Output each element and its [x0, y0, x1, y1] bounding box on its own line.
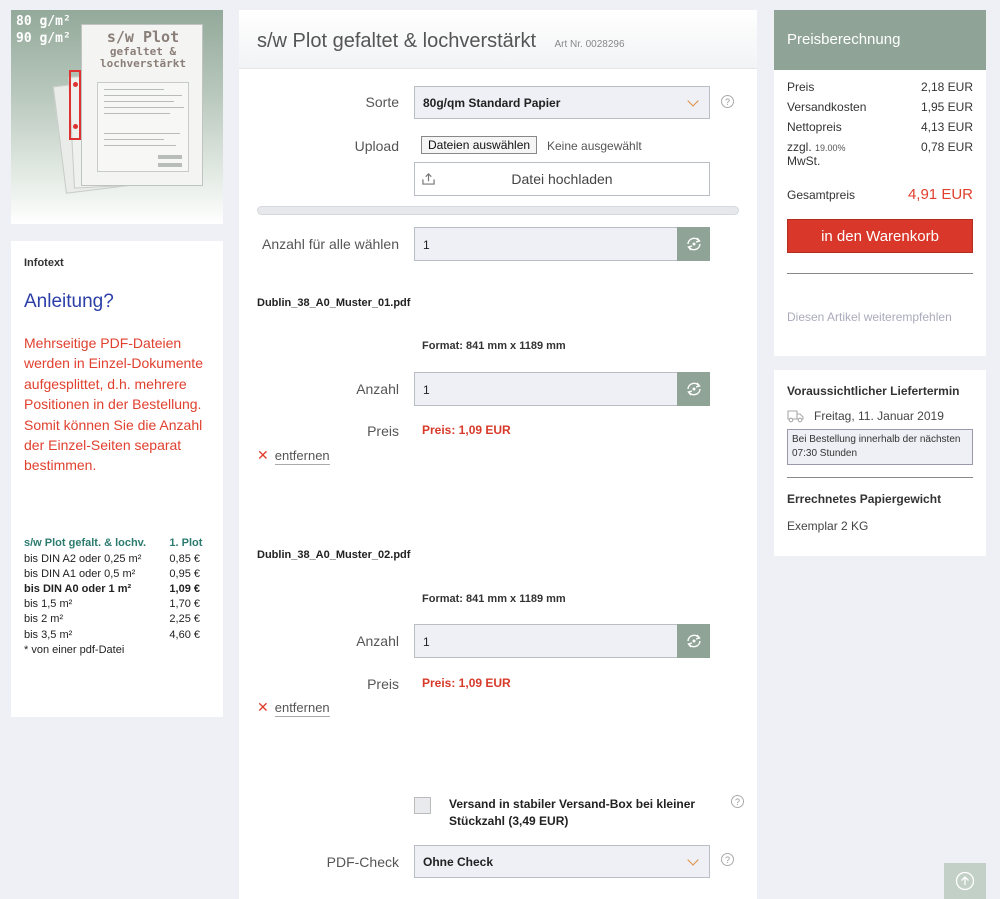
info-card: Infotext Anleitung? Mehrseitige PDF-Date… — [11, 241, 223, 717]
remove-file-link[interactable]: ✕ entfernen — [257, 447, 330, 465]
anzahl-label: Anzahl — [356, 381, 399, 397]
refresh-icon — [686, 382, 701, 396]
price-calc-heading: Preisberechnung — [774, 10, 986, 70]
chevron-down-icon — [687, 854, 699, 866]
reinforced-holes-icon — [69, 70, 81, 140]
instructions-link[interactable]: Anleitung? — [24, 291, 210, 313]
file-price: Preis: 1,09 EUR — [422, 676, 511, 690]
shipping-cost-row: Versandkosten 1,95 EUR — [787, 100, 973, 114]
product-thumbnail: 80 g/m² 90 g/m² s/w Plot gefaltet & loch… — [11, 10, 223, 224]
price-calculation: Preisberechnung Preis 2,18 EUR Versandko… — [774, 10, 986, 356]
help-icon[interactable]: ? — [721, 95, 734, 108]
right-column: Preisberechnung Preis 2,18 EUR Versandko… — [774, 10, 986, 556]
close-icon: ✕ — [257, 699, 269, 715]
refresh-icon — [686, 634, 701, 648]
file-price: Preis: 1,09 EUR — [422, 423, 511, 437]
choose-files-button[interactable]: Dateien auswählen — [421, 136, 538, 154]
no-file-selected: Keine ausgewählt — [547, 139, 642, 153]
pdfcheck-label: PDF-Check — [326, 854, 399, 870]
chevron-down-icon — [687, 95, 699, 107]
refresh-button[interactable] — [677, 227, 710, 261]
refresh-button[interactable] — [677, 372, 710, 406]
delivery-date: Freitag, 11. Januar 2019 — [787, 408, 973, 423]
left-column: 80 g/m² 90 g/m² s/w Plot gefaltet & loch… — [11, 10, 223, 717]
table-row: bis 2 m² 2,25 € — [24, 613, 201, 626]
table-row: bis DIN A1 oder 0,5 m² 0,95 € — [24, 567, 201, 580]
anzahl-input[interactable]: 1 — [414, 624, 710, 658]
help-icon[interactable]: ? — [731, 795, 744, 808]
pdfcheck-select[interactable]: Ohne Check — [414, 845, 710, 878]
page-title: s/w Plot gefaltet & lochverstärkt — [257, 30, 537, 52]
total-row: Gesamtpreis 4,91 EUR — [787, 186, 973, 203]
file-format: Format: 841 mm x 1189 mm — [422, 593, 566, 605]
price-table-note: * von einer pdf-Datei — [24, 644, 125, 657]
truck-icon — [787, 410, 804, 423]
upload-icon — [422, 173, 435, 185]
shipping-box-label: Versand in stabiler Versand-Box bei klei… — [449, 797, 696, 828]
price-row: Preis 2,18 EUR — [787, 80, 973, 94]
shipping-box-checkbox[interactable] — [414, 797, 431, 814]
paper-weight-heading: Errechnetes Papiergewicht — [787, 492, 942, 506]
product-config: s/w Plot gefaltet & lochverstärkt Art Nr… — [239, 10, 757, 899]
remove-file-link[interactable]: ✕ entfernen — [257, 699, 330, 717]
anzahl-all-label: Anzahl für alle wählen — [262, 236, 399, 252]
thumbnail-weights: 80 g/m² 90 g/m² — [16, 14, 71, 46]
table-row: bis 1,5 m² 1,70 € — [24, 598, 201, 611]
refresh-button[interactable] — [677, 624, 710, 658]
recommend-link[interactable]: Diesen Artikel weiterempfehlen — [787, 310, 973, 324]
anzahl-all-input[interactable]: 1 — [414, 227, 710, 261]
file-name: Dublin_38_A0_Muster_02.pdf — [257, 549, 411, 561]
file-format: Format: 841 mm x 1189 mm — [422, 340, 566, 352]
preis-label: Preis — [367, 423, 399, 439]
thumbnail-title: s/w Plot gefaltet & lochverstärkt — [99, 28, 187, 70]
total-price: 4,91 EUR — [907, 186, 973, 203]
arrow-up-icon — [955, 871, 975, 891]
table-row: bis DIN A0 oder 1 m² 1,09 € — [24, 583, 201, 595]
upload-label: Upload — [354, 138, 399, 154]
preis-label: Preis — [367, 676, 399, 692]
paper-weight-value: Exemplar 2 KG — [787, 519, 869, 533]
document-lines-icon — [97, 82, 189, 172]
upload-file-button[interactable]: Datei hochladen — [414, 162, 710, 196]
delivery-heading: Voraussichtlicher Liefertermin — [787, 384, 960, 398]
delivery-card: Voraussichtlicher Liefertermin Freitag, … — [774, 370, 986, 556]
infotext-heading: Infotext — [24, 257, 64, 269]
sorte-label: Sorte — [365, 94, 399, 110]
close-icon: ✕ — [257, 447, 269, 463]
file-name: Dublin_38_A0_Muster_01.pdf — [257, 297, 411, 309]
infotext-body: Mehrseitige PDF-Dateien werden in Einzel… — [24, 335, 203, 474]
article-number: Art Nr. 0028296 — [554, 39, 625, 50]
help-icon[interactable]: ? — [721, 853, 734, 866]
anzahl-input[interactable]: 1 — [414, 372, 710, 406]
price-table-header: s/w Plot gefalt. & lochv. 1. Plot — [24, 537, 203, 550]
refresh-icon — [686, 237, 701, 251]
price-table: s/w Plot gefalt. & lochv. 1. Plot bis DI… — [24, 536, 208, 642]
scroll-to-top-button[interactable] — [944, 863, 986, 899]
vat-row: zzgl. 19.00% MwSt. 0,78 EUR — [787, 140, 973, 168]
table-row: bis 3,5 m² 4,60 € — [24, 628, 201, 641]
net-price-row: Nettopreis 4,13 EUR — [787, 120, 973, 134]
sorte-select[interactable]: 80g/qm Standard Papier — [414, 86, 710, 119]
table-row: bis DIN A2 oder 0,25 m² 0,85 € — [24, 552, 201, 565]
delivery-note: Bei Bestellung innerhalb der nächsten 07… — [787, 429, 973, 465]
add-to-cart-button[interactable]: in den Warenkorb — [787, 219, 973, 253]
upload-progress-bar — [257, 206, 739, 215]
product-header: s/w Plot gefaltet & lochverstärkt Art Nr… — [239, 10, 757, 69]
anzahl-label: Anzahl — [356, 633, 399, 649]
